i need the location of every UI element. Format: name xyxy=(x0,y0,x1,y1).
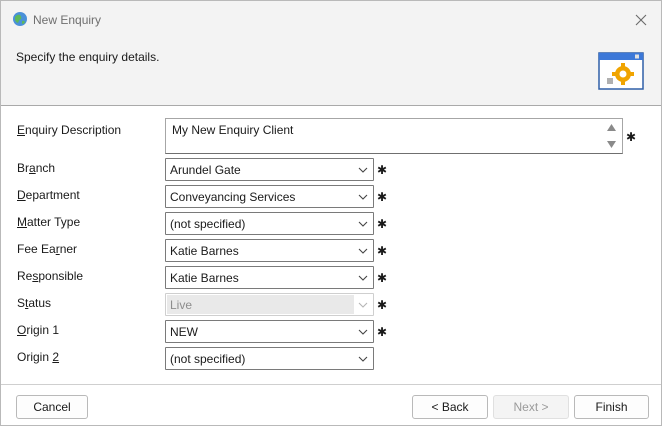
matter-type-label: Matter Type xyxy=(17,215,81,229)
back-button[interactable]: < Back xyxy=(412,395,488,419)
fee-earner-label: Fee Earner xyxy=(17,242,78,256)
chevron-down-icon xyxy=(356,270,370,285)
required-marker: ✱ xyxy=(377,244,388,258)
origin-1-value: NEW xyxy=(170,325,198,339)
chevron-down-icon xyxy=(356,297,370,312)
origin-1-select[interactable]: NEW xyxy=(165,320,374,343)
required-marker: ✱ xyxy=(626,130,637,144)
scroll-down-icon[interactable] xyxy=(607,141,616,148)
globe-icon xyxy=(13,12,27,26)
origin-2-select[interactable]: (not specified) xyxy=(165,347,374,370)
required-marker: ✱ xyxy=(377,298,388,312)
title-bar: New Enquiry xyxy=(1,1,661,39)
chevron-down-icon xyxy=(356,243,370,258)
finish-button[interactable]: Finish xyxy=(574,395,649,419)
window-title: New Enquiry xyxy=(33,13,102,27)
close-button[interactable] xyxy=(627,7,655,33)
chevron-down-icon xyxy=(356,189,370,204)
window-gear-icon xyxy=(598,52,644,90)
branch-label: Branch xyxy=(17,161,56,175)
required-marker: ✱ xyxy=(377,325,388,339)
enquiry-description-value: My New Enquiry Client xyxy=(172,123,294,137)
required-marker: ✱ xyxy=(377,163,388,177)
status-value: Live xyxy=(170,298,193,312)
status-label: Status xyxy=(17,296,52,310)
chevron-down-icon xyxy=(356,351,370,366)
responsible-select[interactable]: Katie Barnes xyxy=(165,266,374,289)
enquiry-description-label: Enquiry Description xyxy=(17,123,122,137)
header-panel: Specify the enquiry details. xyxy=(1,39,661,105)
department-select[interactable]: Conveyancing Services xyxy=(165,185,374,208)
footer-separator xyxy=(1,384,661,385)
status-select: Live xyxy=(165,293,374,316)
required-marker: ✱ xyxy=(377,190,388,204)
scroll-up-icon[interactable] xyxy=(607,124,616,131)
header-separator xyxy=(1,105,661,106)
fee-earner-select[interactable]: Katie Barnes xyxy=(165,239,374,262)
close-icon xyxy=(635,14,647,26)
chevron-down-icon xyxy=(356,324,370,339)
matter-type-select[interactable]: (not specified) xyxy=(165,212,374,235)
required-marker: ✱ xyxy=(377,217,388,231)
department-label: Department xyxy=(17,188,80,202)
department-value: Conveyancing Services xyxy=(170,190,296,204)
origin-1-label: Origin 1 xyxy=(17,323,60,337)
required-marker: ✱ xyxy=(377,271,388,285)
origin-2-label: Origin 2 xyxy=(17,350,60,364)
new-enquiry-dialog: New Enquiry Specify the enquiry details.… xyxy=(0,0,662,426)
responsible-label: Responsible xyxy=(17,269,84,283)
enquiry-description-input[interactable]: My New Enquiry Client xyxy=(165,118,623,154)
matter-type-value: (not specified) xyxy=(170,217,246,231)
instruction-text: Specify the enquiry details. xyxy=(16,50,160,64)
fee-earner-value: Katie Barnes xyxy=(170,244,239,258)
chevron-down-icon xyxy=(356,162,370,177)
cancel-button[interactable]: Cancel xyxy=(16,395,88,419)
next-button: Next > xyxy=(493,395,569,419)
branch-select[interactable]: Arundel Gate xyxy=(165,158,374,181)
origin-2-value: (not specified) xyxy=(170,352,246,366)
branch-value: Arundel Gate xyxy=(170,163,241,177)
responsible-value: Katie Barnes xyxy=(170,271,239,285)
chevron-down-icon xyxy=(356,216,370,231)
